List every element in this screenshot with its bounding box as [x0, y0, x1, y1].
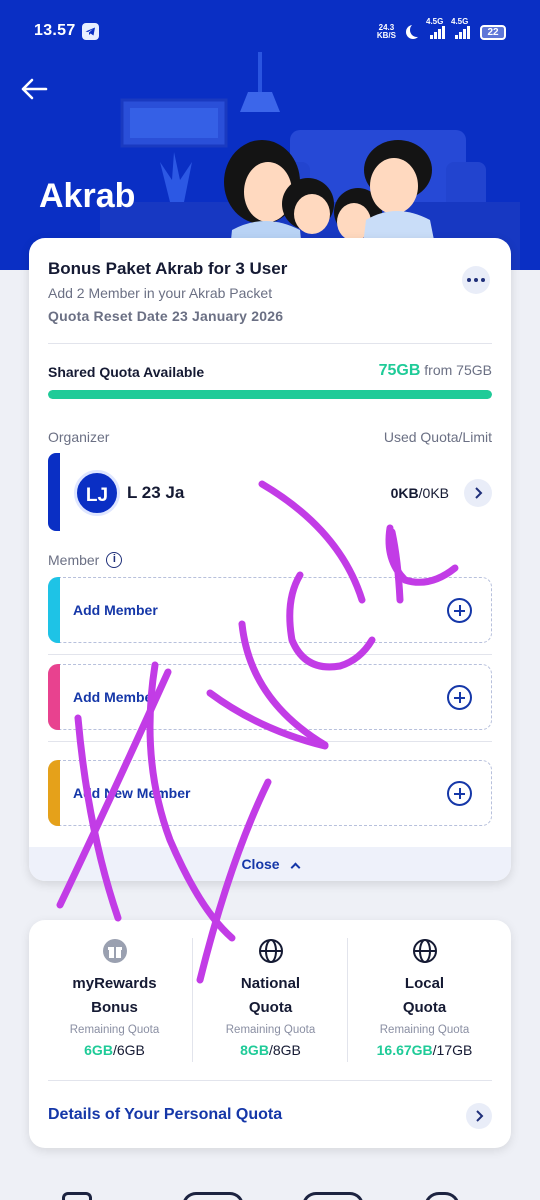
shared-quota-progress — [48, 390, 492, 399]
divider — [48, 741, 492, 742]
quota-column-local[interactable]: Local Quota Remaining Quota 16.67GB/17GB — [347, 938, 502, 1068]
nav-shop-icon[interactable] — [302, 1192, 364, 1200]
telegram-icon — [82, 23, 99, 40]
organizer-row[interactable]: LJ L 23 Ja 0KB/0KB — [48, 453, 492, 531]
info-icon[interactable]: i — [106, 552, 123, 568]
personal-quota-details-link[interactable]: Details of Your Personal Quota — [48, 1106, 282, 1124]
akrab-package-card: Bonus Paket Akrab for 3 User Add 2 Membe… — [29, 238, 511, 881]
gift-icon — [102, 939, 127, 963]
add-new-member-button[interactable]: Add New Member — [48, 760, 492, 826]
chevron-right-icon[interactable] — [464, 479, 492, 507]
organizer-name: L 23 Ja — [127, 483, 185, 502]
package-title: Bonus Paket Akrab for 3 User — [48, 259, 288, 278]
signal-icon: 4.5G — [426, 17, 445, 39]
divider — [48, 1080, 492, 1081]
chevron-right-icon[interactable] — [466, 1103, 492, 1129]
globe-icon — [412, 939, 437, 963]
plus-circle-icon — [447, 781, 472, 806]
nav-home-icon[interactable] — [62, 1192, 92, 1200]
used-quota-label: Used Quota/Limit — [383, 429, 492, 445]
nav-quota-icon[interactable] — [182, 1192, 244, 1200]
add-member-button[interactable]: Add Member — [48, 577, 492, 643]
net-speed: 24.3 KB/S — [376, 23, 396, 40]
shared-quota-label: Shared Quota Available — [48, 364, 205, 380]
plus-circle-icon — [447, 598, 472, 623]
more-options-icon[interactable] — [462, 266, 490, 294]
quota-column-national[interactable]: National Quota Remaining Quota 8GB/8GB — [193, 938, 348, 1068]
add-member-button[interactable]: Add Member — [48, 664, 492, 730]
page-title: Akrab — [39, 177, 136, 215]
plus-circle-icon — [447, 685, 472, 710]
divider — [48, 654, 492, 655]
quota-reset-date: Quota Reset Date 23 January 2026 — [48, 308, 284, 324]
status-time: 13.57 — [34, 22, 76, 39]
divider — [48, 343, 492, 344]
package-subtitle: Add 2 Member in your Akrab Packet — [48, 285, 273, 301]
personal-quota-card: myRewards Bonus Remaining Quota 6GB/6GB … — [29, 920, 511, 1148]
quota-column-myrewards[interactable]: myRewards Bonus Remaining Quota 6GB/6GB — [37, 938, 192, 1068]
globe-icon — [258, 939, 283, 963]
member-accent — [48, 760, 60, 826]
close-button[interactable]: Close — [29, 847, 511, 881]
organizer-label: Organizer — [48, 429, 110, 445]
bottom-navigation — [0, 1180, 540, 1200]
add-member-label: Add Member — [73, 602, 158, 618]
organizer-quota: 0KB/0KB — [390, 485, 449, 501]
member-accent — [48, 577, 60, 643]
chevron-up-icon — [290, 862, 301, 873]
shared-quota-value: 75GB from 75GB — [378, 362, 492, 379]
nav-profile-icon[interactable] — [424, 1192, 460, 1200]
status-icons: 24.3 KB/S 4.5G 4.5G 22 — [376, 17, 506, 42]
hero-header: 13.57 24.3 KB/S 4.5G 4.5G 22 Akrab — [0, 0, 540, 270]
member-accent — [48, 664, 60, 730]
member-label: Member i — [48, 552, 123, 568]
signal-icon: 4.5G — [451, 17, 470, 39]
avatar: LJ — [74, 470, 120, 516]
organizer-accent — [48, 453, 60, 531]
back-arrow-icon[interactable] — [18, 74, 50, 104]
add-member-label: Add Member — [73, 689, 158, 705]
battery-icon: 22 — [480, 24, 506, 40]
moon-icon — [410, 23, 424, 37]
add-member-label: Add New Member — [73, 785, 191, 801]
shared-quota-progress-fill — [48, 390, 492, 399]
